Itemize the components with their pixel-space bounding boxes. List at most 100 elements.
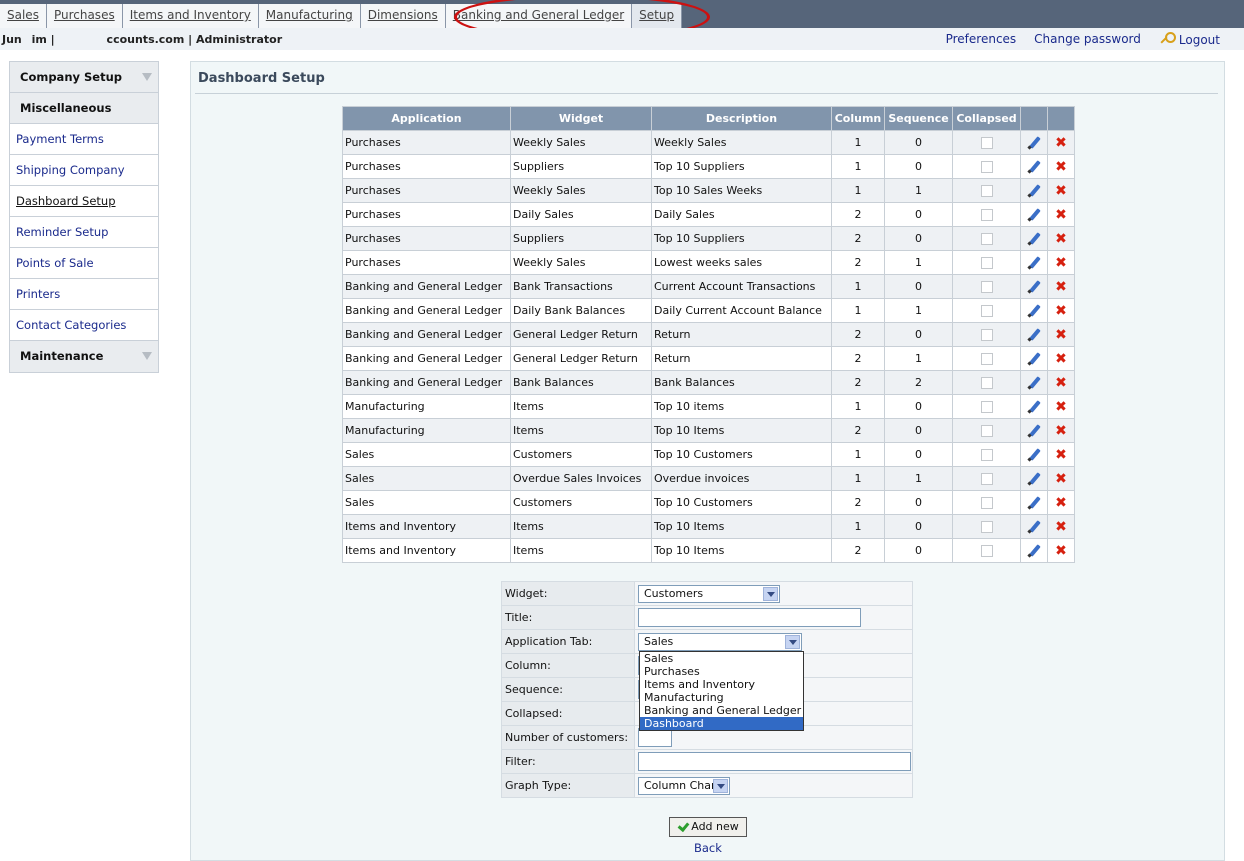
edit-pencil-icon[interactable] xyxy=(1027,208,1041,222)
edit-pencil-icon[interactable] xyxy=(1027,184,1041,198)
collapsed-checkbox[interactable] xyxy=(980,209,993,221)
collapsed-checkbox[interactable] xyxy=(980,377,993,389)
delete-icon[interactable]: ✖ xyxy=(1055,448,1067,462)
collapsed-checkbox[interactable] xyxy=(980,281,993,293)
delete-icon[interactable]: ✖ xyxy=(1055,208,1067,222)
edit-pencil-icon[interactable] xyxy=(1027,376,1041,390)
sidebar-section-company-setup[interactable]: Company Setup xyxy=(10,62,158,93)
collapsed-checkbox[interactable] xyxy=(980,137,993,149)
delete-icon[interactable]: ✖ xyxy=(1055,232,1067,246)
tab-dimensions[interactable]: Dimensions xyxy=(360,4,446,28)
collapsed-checkbox[interactable] xyxy=(980,425,993,437)
table-row: Purchases Weekly Sales Lowest weeks sales 2… xyxy=(342,250,1075,275)
edit-pencil-icon[interactable] xyxy=(1027,496,1041,510)
form-row-application-tab: Application Tab: Sales xyxy=(501,629,913,654)
logout-link[interactable]: Logout xyxy=(1159,32,1220,47)
graph-type-label: Graph Type: xyxy=(501,773,635,798)
cell-column: 2 xyxy=(831,490,885,515)
tab-sales[interactable]: Sales xyxy=(0,4,47,28)
delete-icon[interactable]: ✖ xyxy=(1055,136,1067,150)
tab-banking-and-general-ledger[interactable]: Banking and General Ledger xyxy=(445,4,633,28)
title-input[interactable] xyxy=(638,608,861,627)
collapsed-checkbox[interactable] xyxy=(980,233,993,245)
change-password-link[interactable]: Change password xyxy=(1034,32,1141,47)
add-new-button[interactable]: Add new xyxy=(669,817,747,837)
collapsed-checkbox[interactable] xyxy=(980,257,993,269)
collapsed-checkbox[interactable] xyxy=(980,545,993,557)
edit-pencil-icon[interactable] xyxy=(1027,280,1041,294)
delete-icon[interactable]: ✖ xyxy=(1055,184,1067,198)
sidebar-item-printers[interactable]: Printers xyxy=(10,279,158,310)
dropdown-option-banking-and-general-ledger[interactable]: Banking and General Ledger xyxy=(640,704,803,717)
delete-icon[interactable]: ✖ xyxy=(1055,496,1067,510)
collapsed-checkbox[interactable] xyxy=(980,497,993,509)
delete-icon[interactable]: ✖ xyxy=(1055,376,1067,390)
edit-pencil-icon[interactable] xyxy=(1027,544,1041,558)
dropdown-option-sales[interactable]: Sales xyxy=(640,652,803,665)
delete-icon[interactable]: ✖ xyxy=(1055,256,1067,270)
graph-type-select[interactable]: Column Chart xyxy=(638,776,730,795)
cell-column: 1 xyxy=(831,466,885,491)
cell-application: Sales xyxy=(342,490,511,515)
cell-sequence: 0 xyxy=(884,514,953,539)
back-link[interactable]: Back xyxy=(694,841,722,855)
edit-pencil-icon[interactable] xyxy=(1027,304,1041,318)
edit-pencil-icon[interactable] xyxy=(1027,352,1041,366)
collapsed-checkbox[interactable] xyxy=(980,353,993,365)
sidebar-item-points-of-sale[interactable]: Points of Sale xyxy=(10,248,158,279)
sidebar-item-reminder-setup[interactable]: Reminder Setup xyxy=(10,217,158,248)
delete-icon[interactable]: ✖ xyxy=(1055,352,1067,366)
tab-setup[interactable]: Setup xyxy=(632,4,683,28)
dropdown-option-dashboard[interactable]: Dashboard xyxy=(640,717,803,730)
sidebar-section-maintenance[interactable]: Maintenance xyxy=(10,341,158,372)
sidebar-item-shipping-company[interactable]: Shipping Company xyxy=(10,155,158,186)
delete-icon[interactable]: ✖ xyxy=(1055,160,1067,174)
application-tab-select[interactable]: Sales xyxy=(638,632,802,651)
edit-pencil-icon[interactable] xyxy=(1027,520,1041,534)
edit-pencil-icon[interactable] xyxy=(1027,232,1041,246)
edit-pencil-icon[interactable] xyxy=(1027,136,1041,150)
delete-icon[interactable]: ✖ xyxy=(1055,424,1067,438)
edit-pencil-icon[interactable] xyxy=(1027,256,1041,270)
edit-pencil-icon[interactable] xyxy=(1027,448,1041,462)
collapsed-checkbox[interactable] xyxy=(980,185,993,197)
edit-pencil-icon[interactable] xyxy=(1027,424,1041,438)
delete-icon[interactable]: ✖ xyxy=(1055,280,1067,294)
tab-manufacturing[interactable]: Manufacturing xyxy=(258,4,361,28)
sidebar-item-payment-terms[interactable]: Payment Terms xyxy=(10,124,158,155)
edit-pencil-icon[interactable] xyxy=(1027,400,1041,414)
collapsed-checkbox[interactable] xyxy=(980,521,993,533)
delete-icon[interactable]: ✖ xyxy=(1055,472,1067,486)
edit-pencil-icon[interactable] xyxy=(1027,328,1041,342)
sidebar-item-dashboard-setup[interactable]: Dashboard Setup xyxy=(10,186,158,217)
delete-icon[interactable]: ✖ xyxy=(1055,400,1067,414)
edit-pencil-icon[interactable] xyxy=(1027,160,1041,174)
dropdown-option-manufacturing[interactable]: Manufacturing xyxy=(640,691,803,704)
widget-select[interactable]: Customers xyxy=(638,584,780,603)
tab-items-and-inventory[interactable]: Items and Inventory xyxy=(122,4,259,28)
cell-collapsed xyxy=(952,346,1021,371)
sidebar-section-miscellaneous[interactable]: Miscellaneous xyxy=(10,93,158,124)
cell-widget: General Ledger Return xyxy=(510,346,652,371)
tab-purchases[interactable]: Purchases xyxy=(46,4,123,28)
edit-pencil-icon[interactable] xyxy=(1027,472,1041,486)
sidebar-item-contact-categories[interactable]: Contact Categories xyxy=(10,310,158,341)
collapsed-checkbox[interactable] xyxy=(980,449,993,461)
widget-select-value: Customers xyxy=(644,586,704,600)
collapsed-checkbox[interactable] xyxy=(980,161,993,173)
cell-edit xyxy=(1020,466,1048,491)
delete-icon[interactable]: ✖ xyxy=(1055,304,1067,318)
cell-collapsed xyxy=(952,490,1021,515)
delete-icon[interactable]: ✖ xyxy=(1055,328,1067,342)
collapsed-checkbox[interactable] xyxy=(980,401,993,413)
collapsed-checkbox[interactable] xyxy=(980,305,993,317)
delete-icon[interactable]: ✖ xyxy=(1055,544,1067,558)
cell-delete: ✖ xyxy=(1047,370,1075,395)
dropdown-option-items-and-inventory[interactable]: Items and Inventory xyxy=(640,678,803,691)
delete-icon[interactable]: ✖ xyxy=(1055,520,1067,534)
preferences-link[interactable]: Preferences xyxy=(946,32,1017,47)
collapsed-checkbox[interactable] xyxy=(980,329,993,341)
dropdown-option-purchases[interactable]: Purchases xyxy=(640,665,803,678)
collapsed-checkbox[interactable] xyxy=(980,473,993,485)
filter-input[interactable] xyxy=(638,752,911,771)
